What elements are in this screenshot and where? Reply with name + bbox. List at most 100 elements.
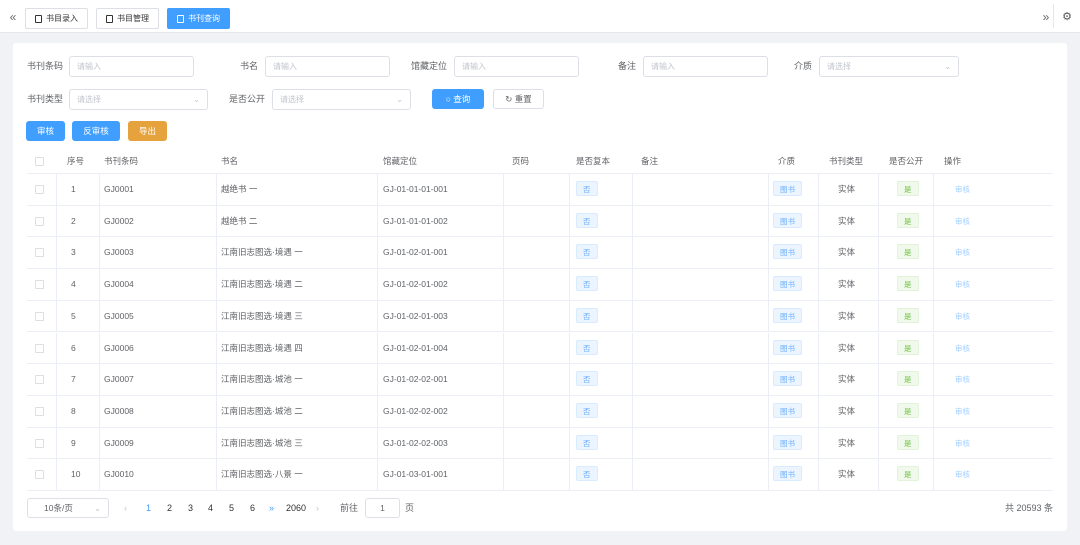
column-divider [377,364,378,396]
page-2[interactable]: 2 [167,498,172,518]
header-medium: 介质 [778,156,796,166]
column-divider [768,459,769,491]
row-checkbox[interactable] [35,311,44,321]
column-divider [216,427,217,459]
public-tag: 是 [897,181,919,196]
column-divider [818,364,819,396]
query-button[interactable]: ○ 查询 [432,89,484,109]
prev-page-icon[interactable]: ‹ [124,498,127,518]
select-all-checkbox[interactable] [35,157,44,166]
title-input[interactable]: 请输入 [265,56,390,77]
more-pages-icon[interactable]: » [269,498,274,518]
row-checkbox[interactable] [35,470,44,480]
column-divider [56,459,57,491]
column-divider [878,459,879,491]
tab-book-entry[interactable]: 书目录入 [25,8,88,29]
approve-link[interactable]: 审核 [955,248,970,257]
page-1[interactable]: 1 [146,498,151,518]
goto-prefix: 前往 [340,503,359,513]
tab-book-query[interactable]: 书刊查询 [167,8,230,29]
location-input[interactable]: 请输入 [454,56,579,77]
row-checkbox[interactable] [35,185,44,194]
row-checkbox[interactable] [35,438,44,448]
row-checkbox[interactable] [35,343,44,353]
remark-input[interactable]: 请输入 [643,56,768,77]
cell-title: 江南旧志图选·八景 一 [221,469,303,480]
column-divider [56,174,57,205]
cell-barcode: GJ0010 [104,469,134,480]
public-select[interactable]: 请选择 ⌄ [272,89,411,110]
column-divider [878,332,879,364]
next-page-icon[interactable]: › [316,498,319,518]
approve-link[interactable]: 审核 [955,185,970,194]
cell-medium: 图书 [773,301,802,332]
approve-link[interactable]: 审核 [955,470,970,479]
header-barcode: 书刊条码 [104,156,139,166]
page-5[interactable]: 5 [229,498,234,518]
approve-link[interactable]: 审核 [955,407,970,416]
cell-barcode: GJ0004 [104,279,134,290]
gear-icon[interactable]: ⚙ [1058,8,1076,26]
approve-link[interactable]: 审核 [955,217,970,226]
rare-tag: 否 [576,181,598,196]
rare-tag: 否 [576,212,598,228]
approve-link[interactable]: 审核 [955,439,970,448]
rare-tag: 否 [576,402,598,418]
cell-barcode: GJ0007 [104,374,134,385]
approve-link[interactable]: 审核 [955,312,970,321]
cell-barcode: GJ0006 [104,342,134,353]
approve-button[interactable]: 审核 [26,121,65,141]
page-3[interactable]: 3 [188,498,193,518]
column-divider [818,395,819,427]
type-select[interactable]: 请选择 ⌄ [69,89,208,110]
table-row: 3 GJ0003 江南旧志图选·境遇 一 GJ-01-02-01-001 否 图书 实体 是 审… [27,237,1053,270]
column-divider [56,269,57,301]
page-4[interactable]: 4 [208,498,213,518]
cell-location: GJ-01-02-01-004 [383,342,448,353]
medium-select[interactable]: 请选择 ⌄ [819,56,959,77]
page-6[interactable]: 6 [250,498,255,518]
row-checkbox[interactable] [35,216,44,226]
row-checkbox[interactable] [35,280,44,290]
cell-rare: 否 [576,301,598,332]
cell-medium: 图书 [773,269,802,300]
cell-rare: 否 [576,333,598,364]
cell-public: 是 [897,428,919,459]
goto-page-input[interactable]: 1 [365,498,400,518]
header-location: 馆藏定位 [383,156,418,166]
barcode-input[interactable]: 请输入 [69,56,194,77]
export-button[interactable]: 导出 [128,121,167,141]
column-divider [632,395,633,427]
page-size-select[interactable]: 10条/页 ⌄ [27,498,109,518]
column-divider [56,237,57,269]
column-divider [933,364,934,396]
page-last[interactable]: 2060 [286,498,306,518]
table-row: 7 GJ0007 江南旧志图选·城池 一 GJ-01-02-02-001 否 图书 实体 是 审… [27,364,1053,396]
row-checkbox[interactable] [35,406,44,416]
chevron-down-icon: ⌄ [396,95,403,104]
cell-medium: 图书 [773,174,802,205]
table-row: 1 GJ0001 越绝书 一 GJ-01-01-01-001 否 图书 实体 是 审核 [27,174,1053,206]
column-divider [768,364,769,396]
approve-link[interactable]: 审核 [955,280,970,289]
column-divider [768,427,769,459]
row-checkbox[interactable] [35,375,44,385]
cell-ops: 审核 [955,174,970,205]
search-icon: ○ [445,94,451,104]
column-divider [377,459,378,491]
column-divider [632,300,633,332]
column-divider [503,174,504,205]
unapprove-button[interactable]: 反审核 [72,121,120,141]
table-row: 9 GJ0009 江南旧志图选·城池 三 GJ-01-02-02-003 否 图书 实体 是 审… [27,427,1053,460]
scroll-left-icon[interactable]: « [4,8,22,26]
reset-button[interactable]: ↻ 重置 [493,89,544,109]
row-checkbox[interactable] [35,248,44,258]
approve-link[interactable]: 审核 [955,344,970,353]
approve-link[interactable]: 审核 [955,375,970,384]
public-tag: 是 [897,434,919,450]
header-type: 书刊类型 [829,156,864,166]
tab-book-management[interactable]: 书目管理 [96,8,159,29]
cell-title: 江南旧志图选·境遇 三 [221,310,303,321]
column-divider [216,459,217,491]
column-divider [933,205,934,237]
